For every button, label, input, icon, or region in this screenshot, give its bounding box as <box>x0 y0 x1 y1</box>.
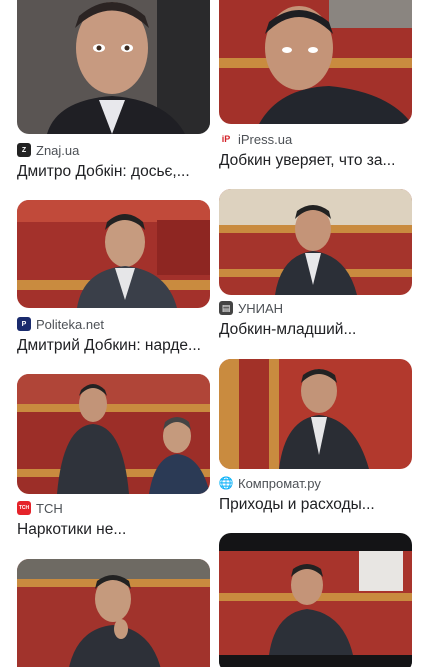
result-title[interactable]: Добкин-младший... <box>219 320 412 340</box>
source-name: Компромат.ру <box>238 475 321 491</box>
politeka-favicon: P <box>17 317 31 331</box>
result-image[interactable] <box>17 0 210 134</box>
globe-icon: 🌐 <box>218 476 234 490</box>
source-name: УНИАН <box>238 300 284 316</box>
unian-favicon: ▤ <box>219 301 233 315</box>
result-title[interactable]: Добкин уверяет, что за... <box>219 151 412 171</box>
result-title[interactable]: Наркотики не... <box>17 520 210 540</box>
result-image[interactable] <box>219 533 412 667</box>
result-source[interactable]: iP iPress.ua <box>219 131 292 147</box>
result-source[interactable]: P Politeka.net <box>17 316 104 332</box>
result-source[interactable]: Z Znaj.ua <box>17 142 79 158</box>
znaj-favicon: Z <box>17 143 31 157</box>
source-name: ТСН <box>36 500 63 516</box>
source-name: Politeka.net <box>36 316 104 332</box>
result-image[interactable] <box>17 374 210 494</box>
source-name: Znaj.ua <box>36 142 80 158</box>
result-title[interactable]: Дмитро Добкін: досьє,... <box>17 162 210 182</box>
result-image[interactable] <box>219 189 412 295</box>
result-title[interactable]: Приходы и расходы... <box>219 495 412 515</box>
result-image[interactable] <box>219 0 412 124</box>
result-image[interactable] <box>17 559 210 667</box>
result-title[interactable]: Дмитрий Добкин: нарде... <box>17 336 210 356</box>
tsn-favicon: ТСН <box>17 501 31 515</box>
result-image[interactable] <box>219 359 412 469</box>
result-source[interactable]: 🌐 Компромат.ру <box>219 475 321 491</box>
ipress-favicon: iP <box>219 132 233 146</box>
source-name: iPress.ua <box>238 131 293 147</box>
result-source[interactable]: ▤ УНИАН <box>219 300 283 316</box>
result-source[interactable]: ТСН ТСН <box>17 500 63 516</box>
result-image[interactable] <box>17 200 210 308</box>
